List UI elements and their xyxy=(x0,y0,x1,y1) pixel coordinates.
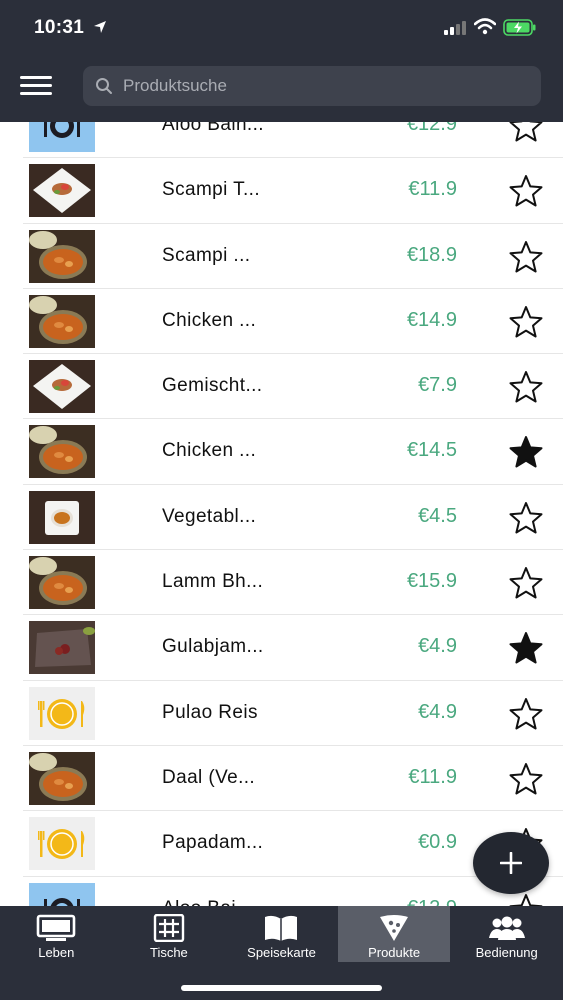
favorite-star-outline-icon[interactable] xyxy=(509,174,543,208)
grid-icon xyxy=(153,914,185,942)
product-thumbnail xyxy=(29,164,95,218)
favorite-star-outline-icon[interactable] xyxy=(509,501,543,535)
tab-speisekarte[interactable]: Speisekarte xyxy=(225,906,338,962)
product-price: €4.5 xyxy=(418,504,457,527)
tab-produkte[interactable]: Produkte xyxy=(337,906,451,962)
plus-icon xyxy=(500,852,522,874)
product-price: €18.9 xyxy=(406,243,457,266)
product-row[interactable]: Chicken ... €14.9 xyxy=(23,289,563,355)
product-name: Chicken ... xyxy=(162,440,257,462)
product-price: €0.9 xyxy=(418,831,457,854)
menu-hamburger-icon[interactable] xyxy=(20,76,54,96)
add-product-button[interactable] xyxy=(473,832,549,894)
product-name: Daal (Ve... xyxy=(162,766,256,788)
product-row[interactable]: Scampi ... €18.9 xyxy=(23,224,563,289)
wifi-icon xyxy=(474,18,496,35)
product-row[interactable]: Vegetabl... €4.5 xyxy=(23,485,563,551)
product-thumbnail xyxy=(29,229,95,283)
battery-charging-icon xyxy=(503,19,536,36)
product-thumbnail xyxy=(29,360,95,414)
product-price: €11.9 xyxy=(408,178,457,201)
product-list-rows: Aloo Bain... €12.9 Scampi T... €11.9 Scampi … xyxy=(23,122,563,906)
product-name: Scampi ... xyxy=(162,244,251,266)
app-header: 10:31 xyxy=(0,0,563,122)
tab-label: Bedienung xyxy=(475,945,538,960)
favorite-star-filled-icon[interactable] xyxy=(509,435,543,469)
product-thumbnail xyxy=(29,621,95,675)
product-row[interactable]: Gemischt... €7.9 xyxy=(23,354,563,420)
product-thumbnail xyxy=(29,425,95,479)
people-icon xyxy=(488,916,525,940)
favorite-star-outline-icon[interactable] xyxy=(509,566,543,600)
tab-label: Produkte xyxy=(368,945,421,960)
product-price: €14.9 xyxy=(406,308,457,331)
product-name: Aloo Bain... xyxy=(162,122,264,135)
favorite-star-outline-icon[interactable] xyxy=(509,240,543,274)
product-row[interactable]: Chicken ... €14.5 xyxy=(23,419,563,485)
pizza-slice-icon xyxy=(380,915,409,941)
favorite-star-outline-icon[interactable] xyxy=(509,122,543,143)
product-price: €14.5 xyxy=(406,439,457,462)
cellular-signal-icon xyxy=(444,21,466,35)
favorite-star-outline-icon[interactable] xyxy=(509,762,543,796)
tab-tische[interactable]: Tische xyxy=(113,906,226,962)
product-price: €11.9 xyxy=(408,765,457,788)
product-row[interactable]: Daal (Ve... €11.9 xyxy=(23,746,563,812)
favorite-star-outline-icon[interactable] xyxy=(509,305,543,339)
product-name: Vegetabl... xyxy=(162,505,257,527)
product-name: Aloo Bai... xyxy=(162,898,253,906)
product-thumbnail xyxy=(29,490,95,544)
monitor-icon xyxy=(36,914,76,941)
location-arrow-icon xyxy=(94,21,106,33)
favorite-star-outline-icon[interactable] xyxy=(509,697,543,731)
favorite-star-outline-icon[interactable] xyxy=(509,893,543,906)
product-name: Pulao Reis xyxy=(162,701,258,723)
search-bar[interactable] xyxy=(83,66,541,106)
tab-label: Leben xyxy=(38,945,75,960)
product-name: Scampi T... xyxy=(162,179,261,201)
tab-label: Tische xyxy=(149,945,188,960)
book-icon xyxy=(265,915,298,941)
product-row[interactable]: Lamm Bh... €15.9 xyxy=(23,550,563,616)
tab-leben[interactable]: Leben xyxy=(0,906,113,962)
search-icon xyxy=(96,78,112,94)
product-price: €12.9 xyxy=(407,897,457,906)
product-thumbnail xyxy=(29,556,95,610)
product-price: €7.9 xyxy=(418,374,457,397)
product-thumbnail xyxy=(29,751,95,805)
tab-bedienung[interactable]: Bedienung xyxy=(450,906,563,962)
product-price: €4.9 xyxy=(418,635,457,658)
product-thumbnail xyxy=(29,686,95,740)
product-thumbnail xyxy=(29,294,95,348)
product-name: Lamm Bh... xyxy=(162,571,264,593)
status-time: 10:31 xyxy=(34,17,85,38)
tab-label: Speisekarte xyxy=(247,945,316,960)
product-row[interactable]: Scampi T... €11.9 xyxy=(23,158,563,224)
product-row[interactable]: Gulabjam... €4.9 xyxy=(23,615,563,681)
product-price: €12.9 xyxy=(406,122,457,135)
favorite-star-filled-icon[interactable] xyxy=(509,631,543,665)
home-indicator xyxy=(181,985,382,991)
product-name: Gulabjam... xyxy=(162,636,264,658)
product-name: Chicken ... xyxy=(162,309,257,331)
product-row[interactable]: Pulao Reis €4.9 xyxy=(23,681,563,746)
product-price: €15.9 xyxy=(406,570,457,593)
product-name: Papadam... xyxy=(162,832,264,854)
product-thumbnail xyxy=(29,817,95,871)
status-bar: 10:31 xyxy=(0,0,563,56)
product-thumbnail xyxy=(29,882,95,906)
favorite-star-outline-icon[interactable] xyxy=(509,370,543,404)
product-row[interactable]: Aloo Bain... €12.9 xyxy=(23,122,563,159)
product-name: Gemischt... xyxy=(162,375,263,397)
product-thumbnail xyxy=(29,122,95,152)
search-input[interactable] xyxy=(123,66,523,106)
product-list[interactable]: Aloo Bain... €12.9 Scampi T... €11.9 Scampi … xyxy=(23,122,563,906)
product-price: €4.9 xyxy=(418,700,457,723)
